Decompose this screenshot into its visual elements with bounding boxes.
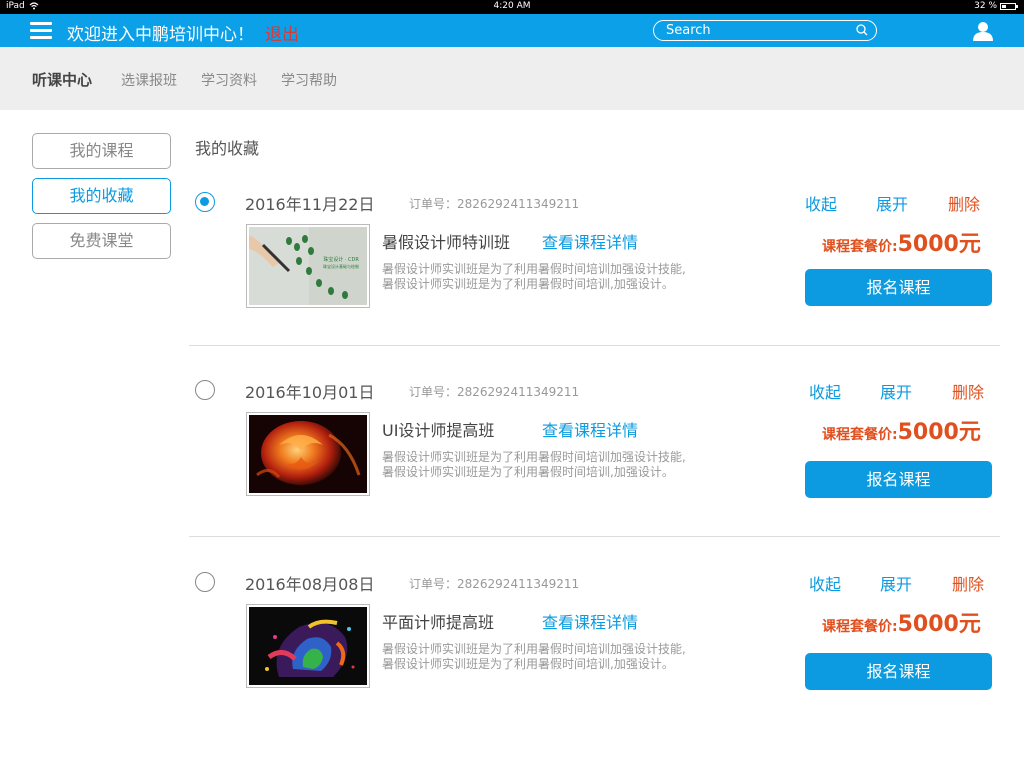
course-description: 暑假设计师实训班是为了利用暑假时间培训加强设计技能, 暑假设计师实训班是为了利用… bbox=[382, 450, 686, 479]
fire-rose-thumbnail bbox=[249, 415, 367, 493]
delete-button[interactable]: 删除 bbox=[952, 571, 984, 595]
course-title: UI设计师提高班 bbox=[382, 421, 495, 440]
course-card: 2016年10月01日 订单号：2826292411349211 UI设计师提高… bbox=[189, 367, 1000, 557]
logout-link[interactable]: 退出 bbox=[265, 20, 299, 45]
expand-button[interactable]: 展开 bbox=[876, 191, 908, 215]
svg-text:珠宝设计基础与绘制: 珠宝设计基础与绘制 bbox=[323, 263, 359, 269]
course-date: 2016年11月22日 bbox=[245, 195, 375, 214]
battery-icon bbox=[1000, 2, 1018, 10]
course-date: 2016年10月01日 bbox=[245, 383, 375, 402]
search-box[interactable] bbox=[653, 20, 877, 41]
svg-text:珠宝设计 · CDR: 珠宝设计 · CDR bbox=[323, 256, 359, 263]
battery-percent: 32 % bbox=[974, 1, 997, 11]
view-details-link[interactable]: 查看课程详情 bbox=[542, 417, 638, 441]
nav-item-help[interactable]: 学习帮助 bbox=[281, 70, 337, 90]
expand-button[interactable]: 展开 bbox=[880, 571, 912, 595]
color-splash-thumbnail bbox=[249, 607, 367, 685]
order-number: 订单号：2826292411349211 bbox=[409, 577, 580, 591]
nav-item-materials[interactable]: 学习资料 bbox=[201, 70, 257, 90]
status-bar: iPad 4:20 AM 32 % bbox=[0, 0, 1024, 14]
delete-button[interactable]: 删除 bbox=[952, 379, 984, 403]
nav-bar: 听课中心 选课报班 学习资料 学习帮助 bbox=[0, 47, 1024, 110]
price-label: 课程套餐价: bbox=[822, 239, 898, 255]
section-title: 我的收藏 bbox=[195, 139, 260, 158]
sidebar-item-my-courses[interactable]: 我的课程 bbox=[32, 133, 171, 169]
nav-item-course-select[interactable]: 选课报班 bbox=[121, 70, 177, 90]
enroll-button[interactable]: 报名课程 bbox=[805, 461, 992, 498]
search-icon[interactable] bbox=[856, 24, 868, 36]
course-description: 暑假设计师实训班是为了利用暑假时间培训加强设计技能, 暑假设计师实训班是为了利用… bbox=[382, 642, 686, 671]
price-label: 课程套餐价: bbox=[822, 427, 898, 443]
divider bbox=[189, 536, 1000, 537]
menu-icon[interactable] bbox=[30, 22, 52, 39]
package-price: 课程套餐价:5000元 bbox=[822, 226, 981, 258]
top-header: 欢迎进入中鹏培训中心！ 退出 bbox=[0, 14, 1024, 47]
course-thumbnail[interactable]: 珠宝设计 · CDR 珠宝设计基础与绘制 bbox=[246, 224, 370, 308]
user-icon[interactable] bbox=[972, 20, 994, 42]
course-title: 平面计师提高班 bbox=[382, 613, 495, 632]
package-price: 课程套餐价:5000元 bbox=[822, 606, 981, 638]
course-thumbnail[interactable] bbox=[246, 412, 370, 496]
search-input[interactable] bbox=[666, 22, 846, 38]
nav-item-listening-center[interactable]: 听课中心 bbox=[32, 69, 92, 90]
course-card: 2016年11月22日 订单号：2826292411349211 珠宝设计 · … bbox=[189, 179, 1000, 369]
view-details-link[interactable]: 查看课程详情 bbox=[542, 229, 638, 253]
enroll-button[interactable]: 报名课程 bbox=[805, 269, 992, 306]
select-radio[interactable] bbox=[195, 192, 215, 212]
divider bbox=[189, 345, 1000, 346]
course-date: 2016年08月08日 bbox=[245, 575, 375, 594]
price-value: 5000元 bbox=[897, 420, 981, 445]
course-title: 暑假设计师特训班 bbox=[382, 233, 511, 252]
collapse-button[interactable]: 收起 bbox=[809, 571, 841, 595]
pen-design-thumbnail: 珠宝设计 · CDR 珠宝设计基础与绘制 bbox=[249, 227, 367, 305]
expand-button[interactable]: 展开 bbox=[880, 379, 912, 403]
view-details-link[interactable]: 查看课程详情 bbox=[542, 609, 638, 633]
price-value: 5000元 bbox=[897, 612, 981, 637]
package-price: 课程套餐价:5000元 bbox=[822, 414, 981, 446]
collapse-button[interactable]: 收起 bbox=[809, 379, 841, 403]
select-radio[interactable] bbox=[195, 380, 215, 400]
order-number: 订单号：2826292411349211 bbox=[409, 385, 580, 399]
status-time: 4:20 AM bbox=[493, 1, 531, 11]
sidebar-item-free-class[interactable]: 免费课堂 bbox=[32, 223, 171, 259]
course-card: 2016年08月08日 订单号：2826292411349211 平面计师提高班… bbox=[189, 559, 1000, 749]
price-label: 课程套餐价: bbox=[822, 619, 898, 635]
welcome-text: 欢迎进入中鹏培训中心！ bbox=[67, 25, 254, 45]
sidebar-item-my-favorites[interactable]: 我的收藏 bbox=[32, 178, 171, 214]
collapse-button[interactable]: 收起 bbox=[805, 191, 837, 215]
delete-button[interactable]: 删除 bbox=[948, 191, 980, 215]
order-number: 订单号：2826292411349211 bbox=[409, 197, 580, 211]
enroll-button[interactable]: 报名课程 bbox=[805, 653, 992, 690]
course-description: 暑假设计师实训班是为了利用暑假时间培训加强设计技能, 暑假设计师实训班是为了利用… bbox=[382, 262, 686, 291]
price-value: 5000元 bbox=[897, 232, 981, 257]
course-thumbnail[interactable] bbox=[246, 604, 370, 688]
select-radio[interactable] bbox=[195, 572, 215, 592]
